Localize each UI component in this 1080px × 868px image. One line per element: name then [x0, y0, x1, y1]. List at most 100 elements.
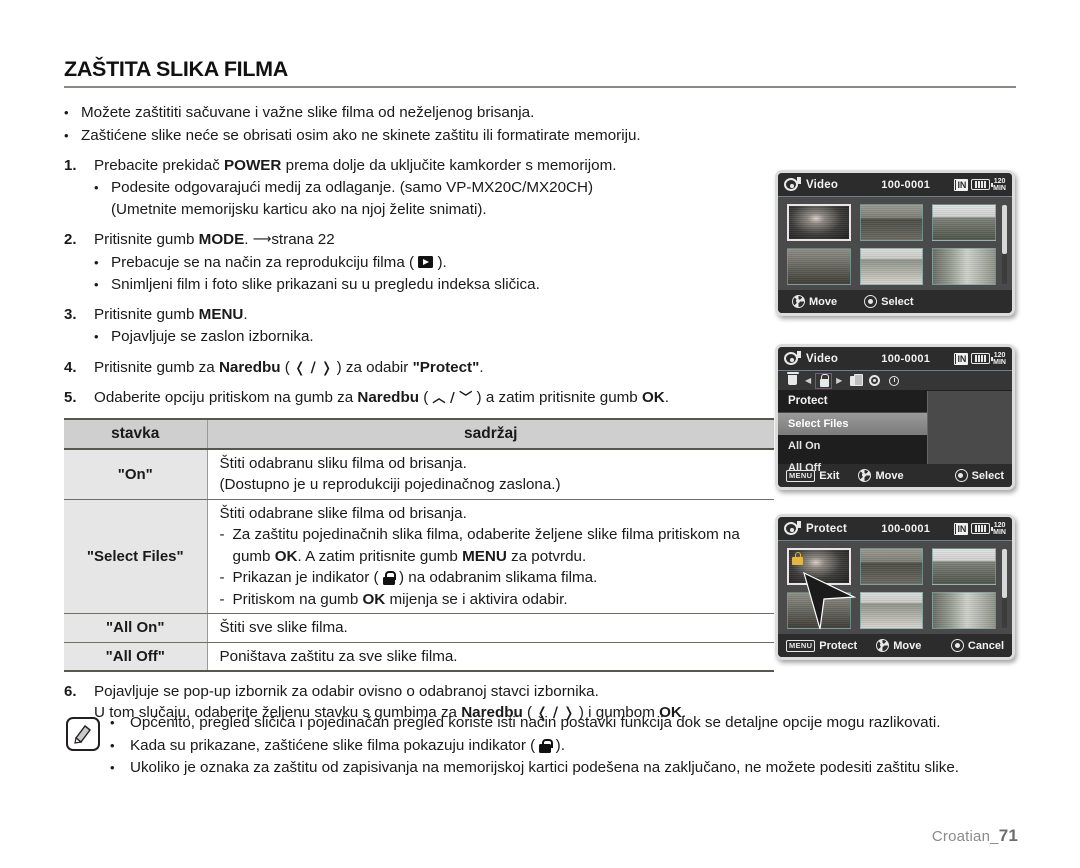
lcd-mode-label: Video — [806, 352, 839, 365]
remaining-time: 120 MIN — [993, 522, 1006, 536]
table-row: "All Off" Poništava zaštitu za sve slike… — [64, 642, 774, 672]
video-reel-icon — [784, 351, 801, 366]
menu-item-select-files[interactable]: Select Files — [778, 413, 927, 435]
step-text: Pritisnite gumb za — [94, 358, 219, 376]
sub-text-pre: Prebacuje se na način za reprodukciju fi… — [111, 254, 419, 271]
remaining-minutes: 120 — [993, 177, 1006, 185]
row-description: Štiti sve slike filma. — [207, 613, 774, 643]
step-text: Prebacite prekidač — [94, 157, 225, 174]
note-block: • Općenito, pregled sličica i pojedinača… — [64, 712, 1016, 780]
lcd-mode-label: Protect — [806, 522, 848, 535]
step-text: . — [479, 358, 484, 376]
scrollbar[interactable] — [1002, 549, 1007, 628]
main-content: • Možete zaštititi sačuvane i važne slik… — [64, 102, 774, 723]
bullet-icon: • — [110, 760, 115, 775]
lcd-status-bar: Protect 100-0001 IN 120 MIN — [778, 517, 1012, 541]
scrollbar[interactable] — [1002, 205, 1007, 284]
footer-language: Croatian_ — [931, 828, 999, 845]
step-number: 2. — [64, 231, 77, 248]
step-6-line-1: Pojavljuje se pop-up izbornik za odabir … — [94, 683, 599, 700]
copy-icon[interactable] — [847, 373, 864, 388]
clock-icon[interactable] — [887, 374, 902, 388]
lcd-inner: Video 100-0001 IN 120 MIN Move Select — [778, 173, 1012, 313]
title-divider — [64, 85, 1016, 89]
bullet-icon: • — [94, 329, 99, 344]
step-number: 6. — [64, 683, 77, 700]
thumbnail-item[interactable] — [932, 592, 996, 629]
thumbnail-item[interactable] — [787, 592, 851, 629]
lcd-screen-protect-menu: Video 100-0001 IN 120 MIN ◀ ▶ Protect Se… — [775, 344, 1015, 490]
remaining-minutes: 120 — [993, 521, 1006, 529]
step-text: za odabir — [341, 358, 413, 376]
bullet-icon: • — [110, 737, 115, 753]
bold-ok: OK — [362, 590, 386, 608]
step-bold-ok: OK — [641, 388, 665, 406]
thumbnail-item[interactable] — [859, 248, 924, 285]
menu-item-all-off[interactable]: All Off — [778, 457, 927, 479]
thumbnail-item[interactable] — [932, 204, 996, 241]
menu-item-all-on[interactable]: All On — [778, 435, 927, 457]
hint-move: Move — [876, 639, 921, 652]
hint-select: Select — [864, 295, 914, 308]
table-head: stavka sadržaj — [64, 417, 774, 450]
gear-icon[interactable] — [867, 374, 882, 388]
dash-text: Prikazan je indikator ( ) na odabranim s… — [233, 567, 767, 589]
thumbnail-item[interactable] — [859, 592, 924, 629]
battery-full-icon — [971, 523, 993, 534]
step-bold-naredbu: Naredbu — [357, 388, 419, 406]
bullet-icon: • — [64, 105, 69, 120]
sub-item-text: Podesite odgovarajući medij za odlaganje… — [111, 179, 594, 196]
chevron-right-icon[interactable]: ▶ — [836, 376, 842, 385]
thumbnail-item[interactable] — [787, 204, 851, 241]
intro-bullet: • Zaštićene slike neće se obrisati osim … — [64, 125, 774, 146]
lock-icon — [382, 571, 397, 585]
battery-full-icon — [971, 353, 993, 364]
trash-icon[interactable] — [785, 372, 800, 388]
row-description: Poništava zaštitu za sve slike filma. — [207, 642, 774, 672]
intro-bullet: • Možete zaštititi sačuvane i važne slik… — [64, 102, 774, 123]
lcd-status-bar: Video 100-0001 IN 120 MIN — [778, 347, 1012, 371]
step-number: 3. — [64, 306, 77, 323]
note-text: Općenito, pregled sličica i pojedinačan … — [130, 714, 941, 731]
step-text: Odaberite opciju pritiskom na gumb za — [94, 388, 358, 406]
thumbnail-item[interactable] — [859, 548, 924, 585]
row-item-label: "All On" — [64, 613, 208, 643]
step-number: 1. — [64, 157, 77, 174]
thumbnail-item[interactable] — [932, 548, 996, 585]
desc-line: Štiti odabranu sliku filma od brisanja. — [219, 454, 467, 472]
note-list: • Općenito, pregled sličica i pojedinača… — [104, 712, 1016, 780]
bold-ok: OK — [274, 547, 298, 565]
left-right-arrow-icon: ❬ / ❭ — [294, 359, 333, 376]
lcd-body — [778, 541, 1012, 634]
chevron-left-icon[interactable]: ◀ — [805, 376, 811, 385]
step-bold-protect: "Protect" — [412, 358, 480, 376]
table-row: "All On" Štiti sve slike filma. — [64, 613, 774, 643]
note-icon-pen — [74, 725, 91, 744]
step-5: 5. Odaberite opciju pritiskom na gumb za… — [64, 387, 774, 408]
row-description: Štiti odabranu sliku filma od brisanja. … — [207, 448, 774, 500]
step-2: 2. Pritisnite gumb MODE. ⟶strana 22 • Pr… — [64, 229, 774, 295]
step-1-sublist: • Podesite odgovarajući medij za odlagan… — [94, 177, 774, 220]
lcd-status-bar: Video 100-0001 IN 120 MIN — [778, 173, 1012, 197]
step-text: ( — [419, 388, 433, 406]
note-text-post: ). — [551, 736, 565, 754]
table-row: "On" Štiti odabranu sliku filma od brisa… — [64, 448, 774, 500]
thumbnail-item[interactable] — [859, 204, 924, 241]
thumbnail-item[interactable] — [787, 548, 851, 585]
row-item-label: "All Off" — [64, 642, 208, 672]
desc-dash-item: - Prikazan je indikator ( ) na odabranim… — [220, 567, 767, 589]
step-bold-power: POWER — [224, 157, 282, 174]
dash-text: Za zaštitu pojedinačnih slika filma, oda… — [233, 524, 767, 567]
dash-icon: - — [219, 590, 225, 608]
lcd-file-number: 100-0001 — [881, 352, 931, 365]
lock-icon[interactable] — [815, 372, 833, 389]
ok-button-icon — [954, 469, 968, 482]
lcd-hint-bar: Move Select — [778, 290, 1012, 313]
thumbnail-item[interactable] — [787, 248, 851, 285]
thumbnail-item[interactable] — [932, 248, 996, 285]
dash-text-post: ) na odabranim slikama filma. — [394, 569, 598, 586]
step-1: 1. Prebacite prekidač POWER prema dolje … — [64, 155, 774, 220]
bullet-icon: • — [94, 255, 99, 270]
battery-full-icon — [971, 179, 993, 190]
bold-menu: MENU — [462, 547, 507, 565]
